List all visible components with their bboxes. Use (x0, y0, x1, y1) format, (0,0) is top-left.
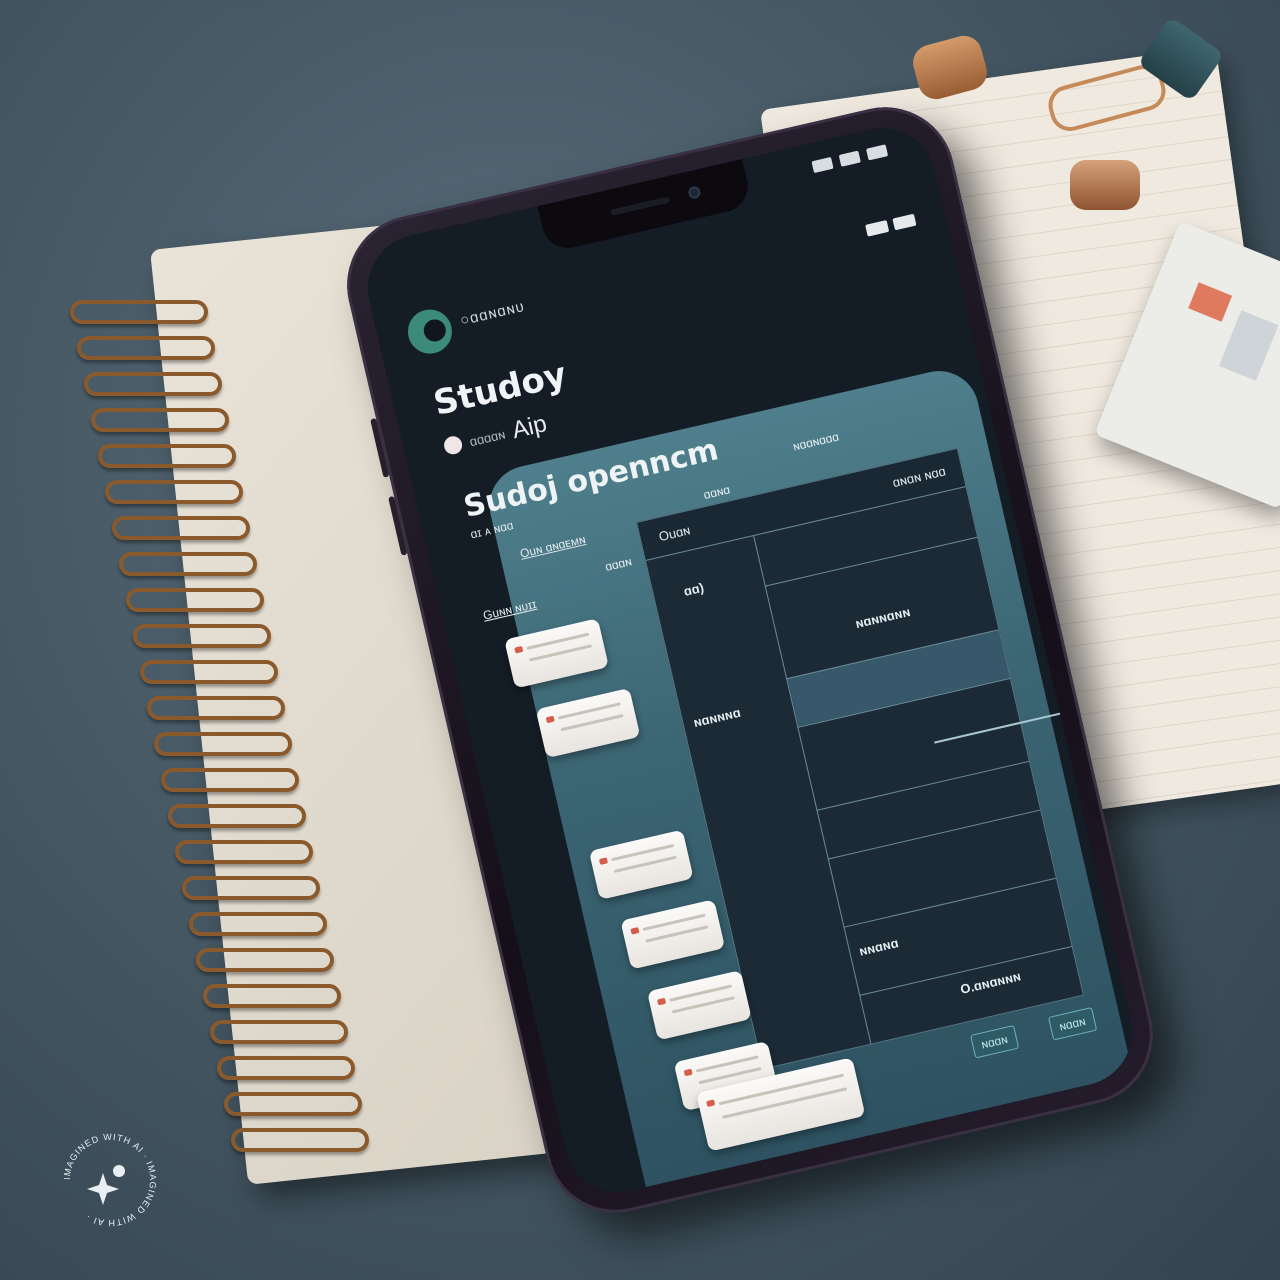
grid-row-line (764, 536, 978, 587)
spiral-loop (147, 696, 285, 720)
header-actions (865, 213, 917, 237)
battery-icon (865, 144, 889, 161)
page-title: Studoy (429, 354, 571, 424)
task-dot-icon (514, 645, 524, 654)
subtitle-text: Aip (509, 410, 550, 445)
svg-text:IMAGINED WITH AI · IMAGINED WI: IMAGINED WITH AI · IMAGINED WITH AI · (62, 1132, 158, 1228)
spiral-loop (70, 300, 208, 324)
speaker-grille (610, 196, 670, 216)
grid-row-line (816, 760, 1030, 811)
spiral-loop (217, 1056, 355, 1080)
signal-icon (811, 156, 834, 174)
spiral-loop (77, 336, 215, 360)
spiral-loop (168, 804, 306, 828)
spiral-loop (231, 1128, 369, 1152)
window-icon[interactable] (892, 213, 917, 231)
progress-line (934, 707, 1081, 744)
spiral-loop (112, 516, 250, 540)
spiral-loop (98, 444, 236, 468)
grid-cell[interactable]: ɴɑɴɴɑɴɴ (854, 604, 912, 631)
spiral-loop (133, 624, 271, 648)
wifi-icon (838, 150, 861, 167)
spiral-loop (182, 876, 320, 900)
task-dot-icon (598, 857, 609, 865)
notebook-spiral-binding (70, 300, 369, 1180)
spiral-loop (161, 768, 299, 792)
spiral-loop (175, 840, 313, 864)
task-line (721, 1087, 848, 1119)
spiral-loop (140, 660, 278, 684)
watermark-badge: IMAGINED WITH AI · IMAGINED WITH AI · (55, 1125, 165, 1235)
grid-header-right: ɑɴɑɴ ɴɑɑ (891, 463, 948, 491)
menu-icon[interactable] (865, 220, 890, 237)
grid-divider (752, 534, 872, 1044)
grid-row-line (827, 809, 1041, 860)
brand-name: ○ɑɑɴɑɴᴜ (458, 297, 527, 330)
spiral-loop (154, 732, 292, 756)
spiral-loop (210, 1020, 348, 1044)
task-dot-icon (630, 926, 640, 935)
sparkle-icon: IMAGINED WITH AI · IMAGINED WITH AI · (62, 1132, 158, 1228)
grid-cell[interactable]: ɑɑ) (682, 580, 705, 599)
status-bar (811, 144, 889, 174)
copper-clip-small (1070, 160, 1140, 210)
grid-row-line (843, 877, 1057, 928)
task-dot-icon (657, 997, 667, 1006)
app-logo-icon[interactable] (403, 305, 457, 358)
spiral-loop (84, 372, 222, 396)
spiral-loop (91, 408, 229, 432)
grid-header-label: Ouɑɴ (657, 522, 692, 545)
grid-cell[interactable]: ɴɑɴɴɴɑ (692, 705, 742, 730)
task-dot-icon (683, 1068, 693, 1077)
highlight-row (787, 629, 1010, 727)
task-dot-icon (706, 1099, 716, 1108)
watermark-text: IMAGINED WITH AI · IMAGINED WITH AI · (62, 1132, 157, 1228)
spiral-loop (126, 588, 264, 612)
spiral-loop (189, 912, 327, 936)
task-dot-icon (545, 715, 555, 724)
profile-avatar[interactable] (442, 434, 464, 457)
spiral-loop (119, 552, 257, 576)
spiral-loop (196, 948, 334, 972)
front-camera (687, 185, 702, 200)
spiral-loop (105, 480, 243, 504)
spiral-loop (224, 1092, 362, 1116)
grid-cell[interactable]: O.ɑɴɑɴɴɴ (959, 968, 1022, 996)
grid-cell[interactable]: ɴɴɑɴɑ (858, 935, 900, 959)
spiral-loop (203, 984, 341, 1008)
subtitle-small: ɑɑɑɑɴ (467, 426, 507, 449)
